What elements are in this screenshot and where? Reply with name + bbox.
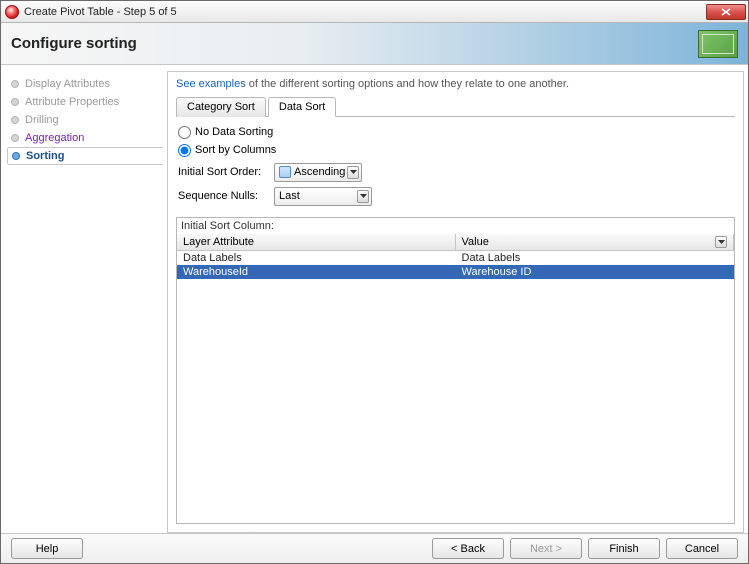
step-aggregation[interactable]: Aggregation (7, 129, 163, 147)
wizard-window: Create Pivot Table - Step 5 of 5 Configu… (0, 0, 749, 564)
sort-ascending-icon (279, 166, 291, 178)
cancel-button[interactable]: Cancel (666, 538, 738, 559)
step-sorting[interactable]: Sorting (7, 147, 163, 165)
wizard-footer: Help < Back Next > Finish Cancel (1, 533, 748, 563)
initial-sort-column-table: Initial Sort Column: Layer Attribute Val… (176, 217, 735, 524)
sort-by-columns-label: Sort by Columns (195, 144, 276, 156)
cell-layer: WarehouseId (177, 265, 456, 279)
chevron-down-icon[interactable] (715, 236, 727, 248)
main-panel: See examples of the different sorting op… (167, 71, 744, 533)
tab-category-sort[interactable]: Category Sort (176, 97, 266, 117)
step-sidebar: Display Attributes Attribute Properties … (5, 71, 163, 533)
app-icon (5, 5, 19, 19)
step-bullet-icon (11, 134, 19, 142)
step-bullet-icon (11, 98, 19, 106)
chevron-down-icon (347, 166, 359, 179)
step-label: Drilling (25, 114, 59, 126)
no-data-sorting-radio[interactable] (178, 126, 191, 139)
table-body: Data Labels Data Labels WarehouseId Ware… (177, 251, 734, 523)
initial-sort-order-value: Ascending (294, 166, 345, 178)
help-button[interactable]: Help (11, 538, 83, 559)
sequence-nulls-value: Last (279, 190, 300, 202)
back-button[interactable]: < Back (432, 538, 504, 559)
close-button[interactable] (706, 4, 746, 20)
chevron-down-icon (357, 190, 369, 203)
table-row[interactable]: WarehouseId Warehouse ID (177, 265, 734, 279)
page-title: Configure sorting (11, 35, 137, 52)
initial-sort-order-label: Initial Sort Order: (178, 166, 274, 178)
see-examples-link[interactable]: See examples (176, 78, 246, 90)
window-title: Create Pivot Table - Step 5 of 5 (24, 6, 706, 18)
step-bullet-icon (11, 116, 19, 124)
close-icon (721, 8, 731, 16)
step-display-attributes[interactable]: Display Attributes (7, 75, 163, 93)
step-label: Display Attributes (25, 78, 110, 90)
wizard-banner: Configure sorting (1, 23, 748, 65)
sequence-nulls-label: Sequence Nulls: (178, 190, 274, 202)
tab-data-sort[interactable]: Data Sort (268, 97, 336, 117)
column-header-layer-attribute[interactable]: Layer Attribute (177, 234, 456, 250)
cell-layer: Data Labels (177, 251, 456, 265)
data-sort-panel: No Data Sorting Sort by Columns Initial … (176, 117, 735, 211)
step-bullet-icon (11, 80, 19, 88)
sort-by-columns-radio[interactable] (178, 144, 191, 157)
step-drilling[interactable]: Drilling (7, 111, 163, 129)
cell-value: Warehouse ID (456, 265, 735, 279)
radio-sort-by-columns[interactable]: Sort by Columns (178, 141, 733, 159)
step-attribute-properties[interactable]: Attribute Properties (7, 93, 163, 111)
examples-rest: of the different sorting options and how… (246, 78, 569, 90)
table-header: Layer Attribute Value (177, 234, 734, 251)
table-caption: Initial Sort Column: (177, 218, 734, 234)
next-button[interactable]: Next > (510, 538, 582, 559)
header-text: Layer Attribute (183, 236, 254, 248)
initial-sort-order-combo[interactable]: Ascending (274, 163, 362, 182)
pivot-table-icon (698, 30, 738, 58)
column-header-value[interactable]: Value (456, 234, 735, 250)
step-label: Aggregation (25, 132, 84, 144)
step-label: Sorting (26, 150, 65, 162)
wizard-body: Display Attributes Attribute Properties … (1, 65, 748, 533)
examples-text: See examples of the different sorting op… (176, 78, 735, 90)
sort-tabs: Category Sort Data Sort (176, 96, 735, 117)
step-bullet-icon (12, 152, 20, 160)
no-data-sorting-label: No Data Sorting (195, 126, 273, 138)
table-row[interactable]: Data Labels Data Labels (177, 251, 734, 265)
sequence-nulls-row: Sequence Nulls: Last (178, 185, 733, 207)
sequence-nulls-combo[interactable]: Last (274, 187, 372, 206)
finish-button[interactable]: Finish (588, 538, 660, 559)
title-bar: Create Pivot Table - Step 5 of 5 (1, 1, 748, 23)
header-text: Value (462, 236, 489, 248)
initial-sort-order-row: Initial Sort Order: Ascending (178, 161, 733, 183)
radio-no-data-sorting[interactable]: No Data Sorting (178, 123, 733, 141)
cell-value: Data Labels (456, 251, 735, 265)
step-label: Attribute Properties (25, 96, 119, 108)
